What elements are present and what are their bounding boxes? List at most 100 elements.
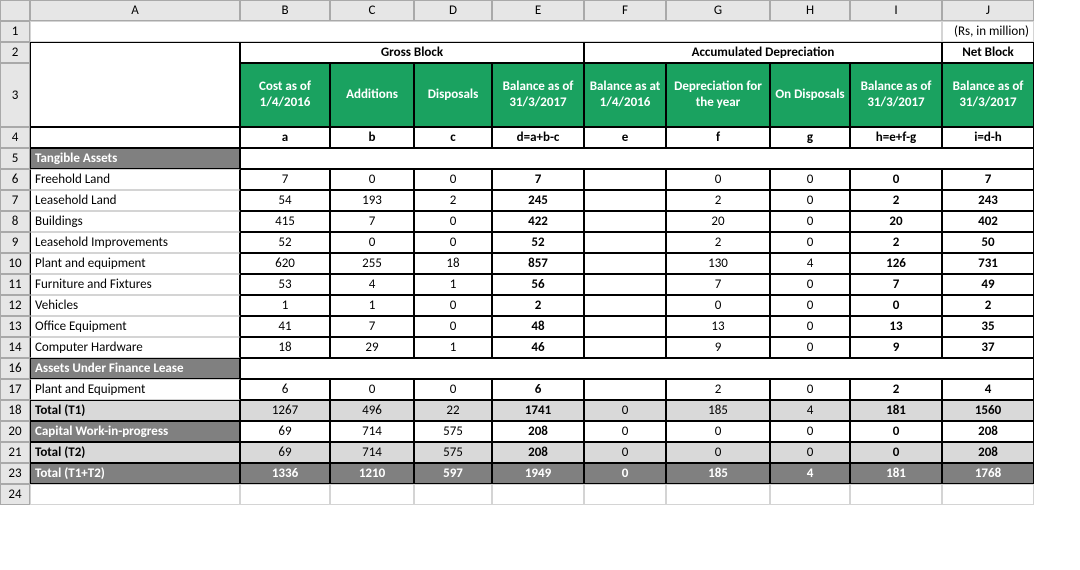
section-lease[interactable]: Assets Under Finance Lease xyxy=(30,358,240,379)
col-header-f[interactable]: F xyxy=(584,0,666,21)
row-leasehold-label[interactable]: Leasehold Land xyxy=(30,190,240,211)
hdr-additions[interactable]: Additions xyxy=(330,63,414,127)
table-cell[interactable]: 731 xyxy=(942,253,1034,274)
table-cell[interactable]: 0 xyxy=(584,400,666,421)
hdr-on-disposals[interactable]: On Disposals xyxy=(770,63,850,127)
table-cell[interactable]: 714 xyxy=(330,442,414,463)
hdr-net-bal[interactable]: Balance as of 31/3/2017 xyxy=(942,63,1034,127)
table-cell[interactable]: 4 xyxy=(770,463,850,484)
table-cell[interactable]: 7 xyxy=(850,274,942,295)
table-cell[interactable]: 255 xyxy=(330,253,414,274)
table-cell[interactable]: 2 xyxy=(850,190,942,211)
section-tangible-blank[interactable] xyxy=(240,148,1034,169)
table-cell[interactable]: 1768 xyxy=(942,463,1034,484)
table-cell[interactable]: 181 xyxy=(850,400,942,421)
table-cell[interactable]: 13 xyxy=(850,316,942,337)
table-cell[interactable]: 0 xyxy=(666,169,770,190)
table-cell[interactable]: 620 xyxy=(240,253,330,274)
row-lease-plant-label[interactable]: Plant and Equipment xyxy=(30,379,240,400)
table-cell[interactable]: 597 xyxy=(414,463,492,484)
table-cell[interactable]: 185 xyxy=(666,463,770,484)
table-cell[interactable]: 0 xyxy=(770,274,850,295)
formula-c[interactable]: c xyxy=(414,127,492,148)
table-cell[interactable]: 4 xyxy=(770,253,850,274)
table-cell[interactable]: 9 xyxy=(666,337,770,358)
row-header-17[interactable]: 17 xyxy=(0,379,30,400)
hdr-gross-bal[interactable]: Balance as of 31/3/2017 xyxy=(492,63,584,127)
table-cell[interactable]: 52 xyxy=(240,232,330,253)
table-cell[interactable]: 4 xyxy=(770,400,850,421)
table-cell[interactable]: 415 xyxy=(240,211,330,232)
row-header-18[interactable]: 18 xyxy=(0,400,30,421)
table-cell[interactable]: 29 xyxy=(330,337,414,358)
row-header-5[interactable]: 5 xyxy=(0,148,30,169)
table-cell[interactable]: 56 xyxy=(492,274,584,295)
cell-g24[interactable] xyxy=(666,484,770,505)
table-cell[interactable]: 0 xyxy=(850,421,942,442)
cell-a1[interactable] xyxy=(30,21,942,42)
row-header-2[interactable]: 2 xyxy=(0,42,30,63)
table-cell[interactable]: 185 xyxy=(666,400,770,421)
table-cell[interactable]: 50 xyxy=(942,232,1034,253)
table-cell[interactable]: 0 xyxy=(584,421,666,442)
table-cell[interactable] xyxy=(584,169,666,190)
hdr-disposals[interactable]: Disposals xyxy=(414,63,492,127)
unit-label[interactable]: (Rs, in million) xyxy=(942,21,1034,42)
cell-a24[interactable] xyxy=(30,484,240,505)
table-cell[interactable]: 208 xyxy=(492,421,584,442)
col-header-b[interactable]: B xyxy=(240,0,330,21)
row-header-16[interactable]: 16 xyxy=(0,358,30,379)
col-header-i[interactable]: I xyxy=(850,0,942,21)
col-header-g[interactable]: G xyxy=(666,0,770,21)
table-cell[interactable] xyxy=(584,211,666,232)
row-leaseimp-label[interactable]: Leasehold Improvements xyxy=(30,232,240,253)
table-cell[interactable]: 130 xyxy=(666,253,770,274)
col-header-e[interactable]: E xyxy=(492,0,584,21)
table-cell[interactable]: 2 xyxy=(850,232,942,253)
cell-e24[interactable] xyxy=(492,484,584,505)
table-cell[interactable]: 0 xyxy=(414,295,492,316)
table-cell[interactable] xyxy=(584,253,666,274)
row-office-label[interactable]: Office Equipment xyxy=(30,316,240,337)
table-cell[interactable] xyxy=(584,232,666,253)
table-cell[interactable]: 13 xyxy=(666,316,770,337)
row-buildings-label[interactable]: Buildings xyxy=(30,211,240,232)
table-cell[interactable]: 0 xyxy=(414,316,492,337)
row-header-7[interactable]: 7 xyxy=(0,190,30,211)
table-cell[interactable]: 0 xyxy=(414,379,492,400)
hdr-dep-bal[interactable]: Balance as of 31/3/2017 xyxy=(850,63,942,127)
row-vehicles-label[interactable]: Vehicles xyxy=(30,295,240,316)
table-cell[interactable]: 1267 xyxy=(240,400,330,421)
table-cell[interactable]: 1 xyxy=(240,295,330,316)
table-cell[interactable]: 714 xyxy=(330,421,414,442)
cell-f24[interactable] xyxy=(584,484,666,505)
table-cell[interactable]: 0 xyxy=(666,295,770,316)
hdr-dep-year[interactable]: Depreciation for the year xyxy=(666,63,770,127)
table-cell[interactable]: 1 xyxy=(414,274,492,295)
table-cell[interactable]: 0 xyxy=(330,169,414,190)
row-header-9[interactable]: 9 xyxy=(0,232,30,253)
col-header-h[interactable]: H xyxy=(770,0,850,21)
cell-a2[interactable] xyxy=(30,42,240,63)
col-header-a[interactable]: A xyxy=(30,0,240,21)
table-cell[interactable]: 41 xyxy=(240,316,330,337)
row-header-6[interactable]: 6 xyxy=(0,169,30,190)
group-gross-block[interactable]: Gross Block xyxy=(240,42,584,63)
table-cell[interactable]: 0 xyxy=(770,295,850,316)
table-cell[interactable]: 2 xyxy=(942,295,1034,316)
table-cell[interactable]: 0 xyxy=(850,442,942,463)
table-cell[interactable]: 0 xyxy=(770,316,850,337)
table-cell[interactable]: 2 xyxy=(666,190,770,211)
row-header-20[interactable]: 20 xyxy=(0,421,30,442)
row-header-3[interactable]: 3 xyxy=(0,63,30,127)
table-cell[interactable]: 48 xyxy=(492,316,584,337)
cell-i24[interactable] xyxy=(850,484,942,505)
table-cell[interactable]: 243 xyxy=(942,190,1034,211)
table-cell[interactable]: 7 xyxy=(942,169,1034,190)
formula-f[interactable]: f xyxy=(666,127,770,148)
row-furniture-label[interactable]: Furniture and Fixtures xyxy=(30,274,240,295)
formula-i[interactable]: i=d-h xyxy=(942,127,1034,148)
table-cell[interactable]: 0 xyxy=(770,442,850,463)
table-cell[interactable]: 18 xyxy=(414,253,492,274)
table-cell[interactable]: 7 xyxy=(666,274,770,295)
